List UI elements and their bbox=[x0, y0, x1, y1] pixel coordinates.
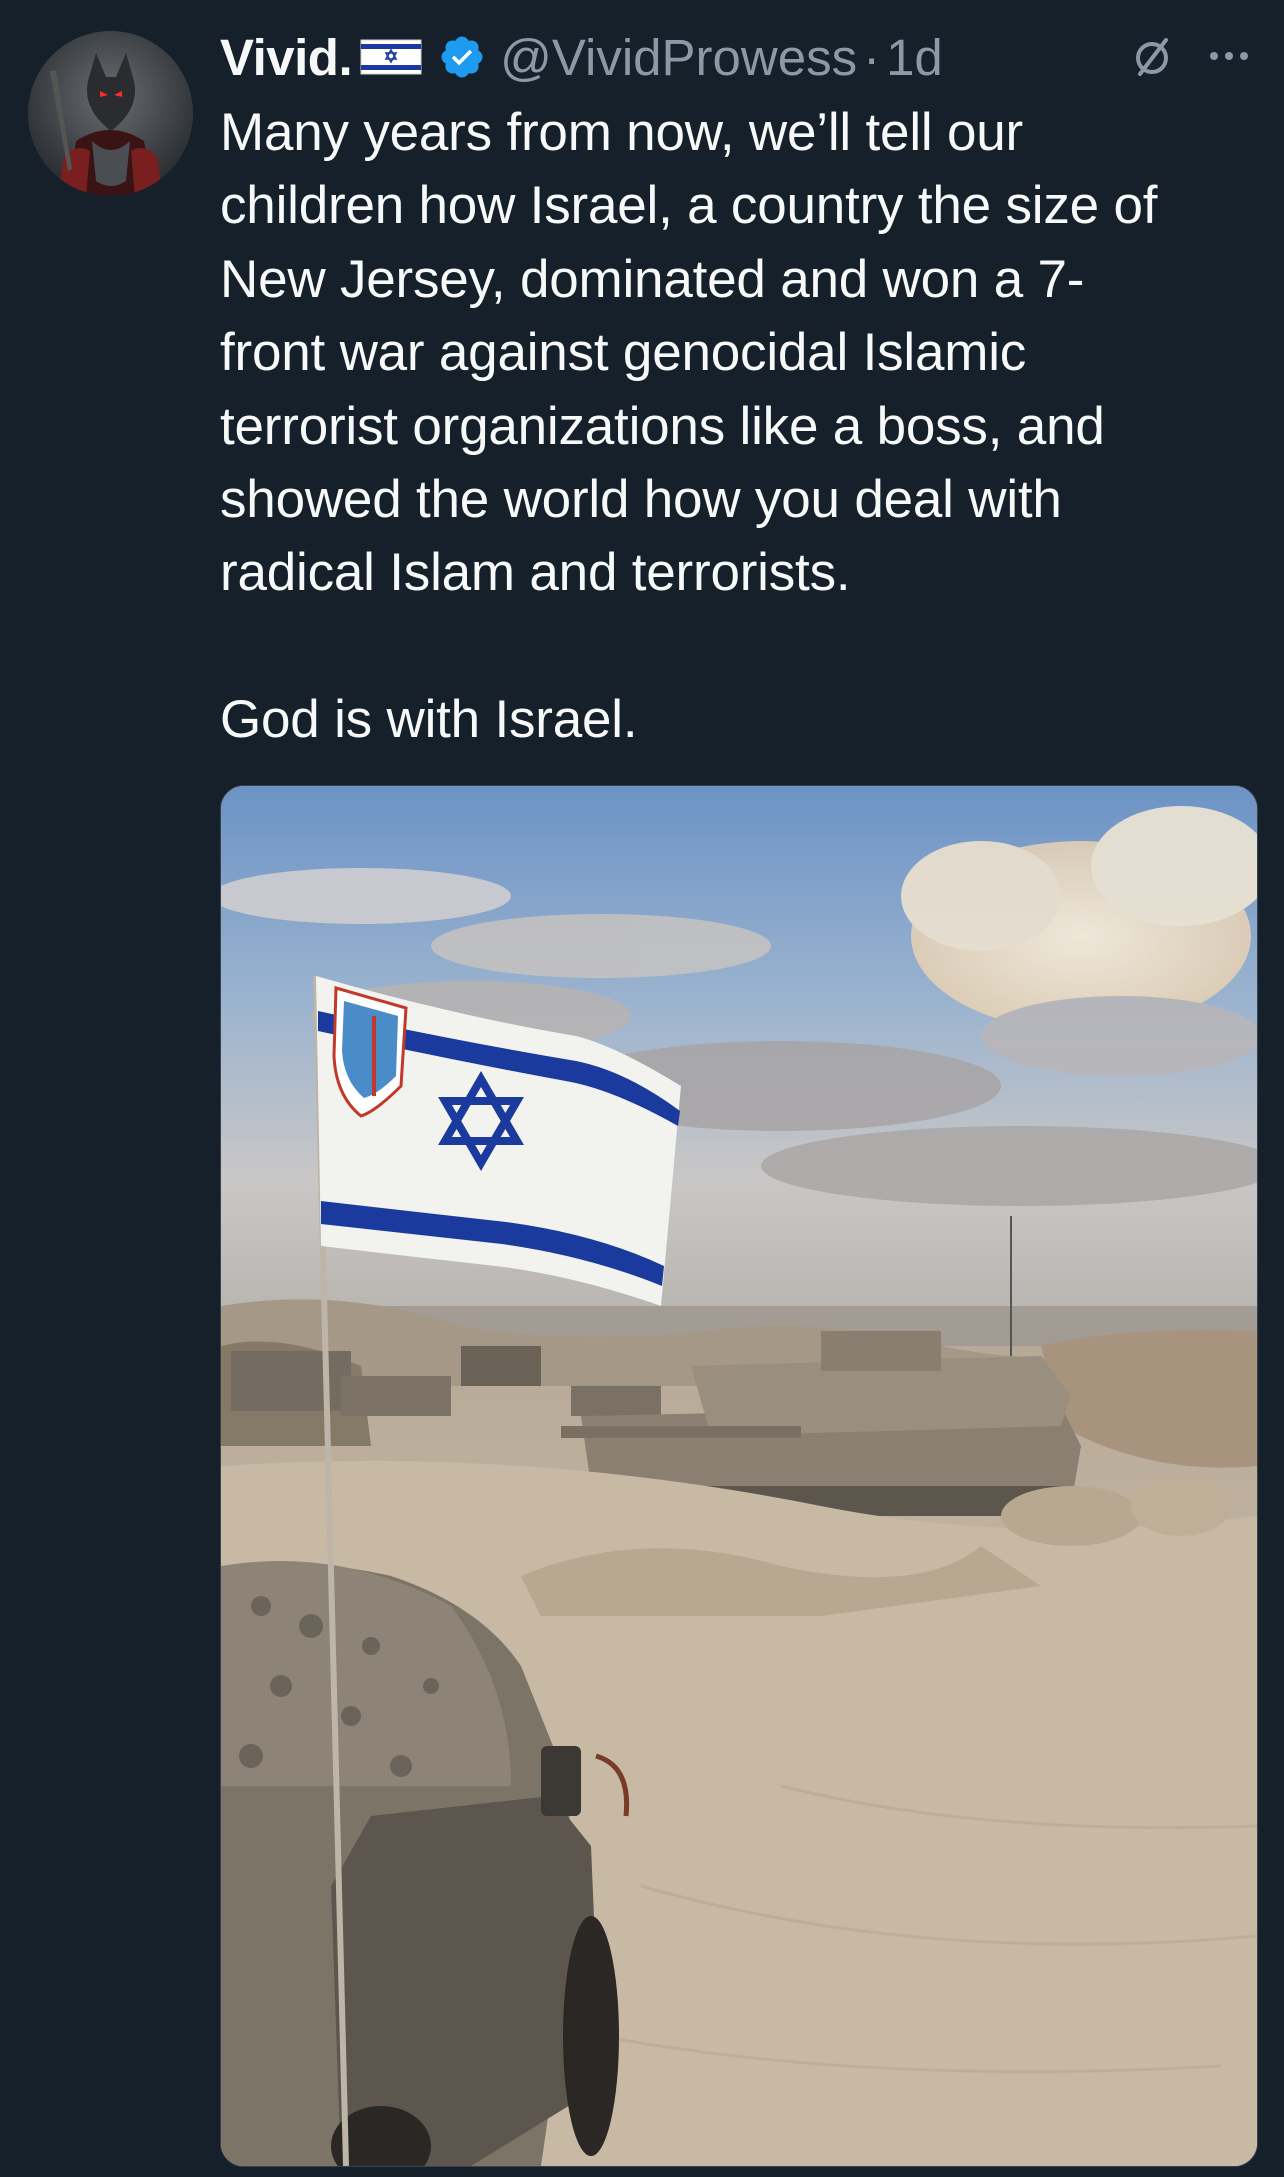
tweet-photo[interactable] bbox=[220, 785, 1258, 2167]
more-options-icon[interactable] bbox=[1205, 38, 1253, 74]
israel-flag-icon bbox=[360, 37, 422, 77]
photo-flag-tanks-desert bbox=[221, 786, 1257, 2166]
user-handle[interactable]: @VividProwess bbox=[500, 28, 857, 87]
muted-icon[interactable] bbox=[1130, 34, 1174, 78]
timestamp[interactable]: 1d bbox=[886, 28, 943, 87]
avatar-wolf-knight-image bbox=[28, 31, 193, 196]
tweet-header: Vivid. @VividProwess · 1d bbox=[220, 22, 1260, 92]
display-name[interactable]: Vivid. bbox=[220, 28, 353, 87]
tweet[interactable]: Vivid. @VividProwess · 1d Many years fro… bbox=[0, 0, 1284, 2177]
tweet-text: Many years from now, we’ll tell our chil… bbox=[220, 103, 1158, 750]
separator-dot: · bbox=[863, 28, 881, 86]
avatar[interactable] bbox=[28, 31, 193, 196]
verified-badge-icon[interactable] bbox=[438, 33, 486, 81]
